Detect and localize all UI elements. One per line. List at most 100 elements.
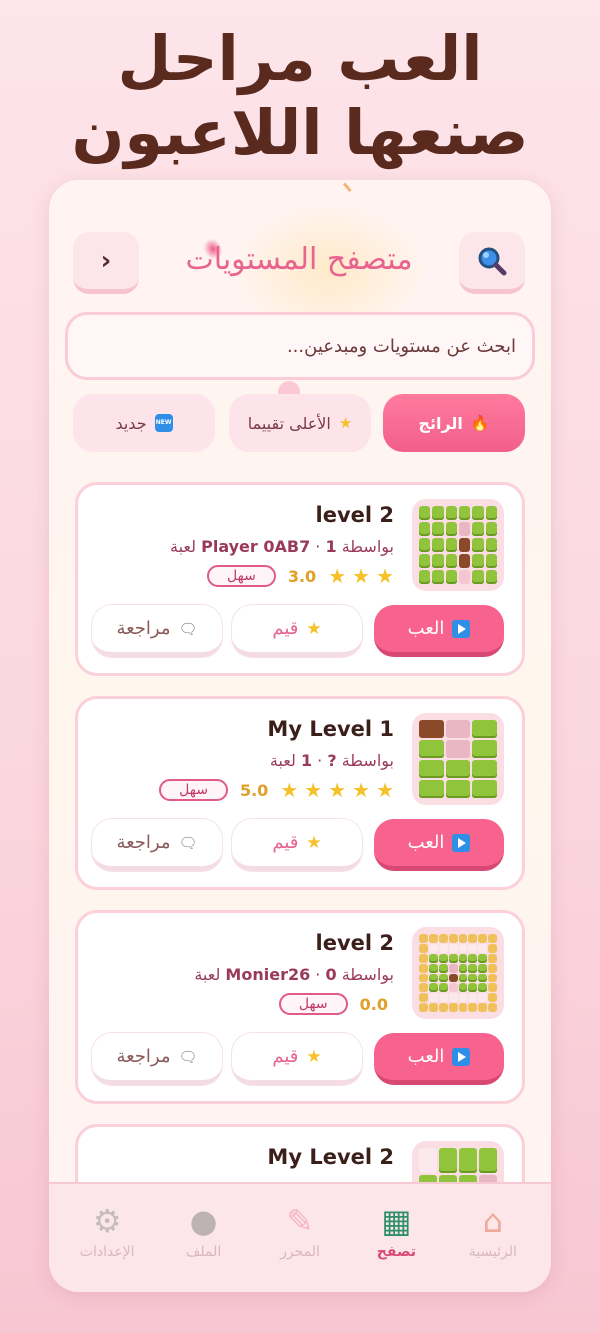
speech-bubble-icon: 🗨	[178, 619, 198, 638]
phone-screen: › متصفح المستويات 🔥 الرائج ★ الأعلى تقيي…	[49, 180, 551, 1292]
nav-label: المحرر	[280, 1244, 320, 1260]
speech-bubble-icon: 🗨	[178, 833, 198, 852]
speech-bubble-icon: 🗨	[178, 1047, 198, 1066]
nav-label: الرئيسية	[468, 1244, 517, 1260]
level-title: level 2	[315, 931, 395, 955]
rating-row: 0.0 سهل	[278, 991, 394, 1017]
filter-top-rated-chip[interactable]: ★ الأعلى تقييما	[229, 394, 371, 452]
play-label: العب	[407, 618, 445, 639]
review-label: مراجعة	[116, 1046, 171, 1067]
nav-label: تصفح	[376, 1244, 416, 1260]
pink-decoration	[278, 381, 300, 395]
play-button[interactable]: العب	[374, 605, 504, 657]
level-card[interactable]: level 2 بواسطة Monier26 · 0 لعبة 0.0 سهل…	[75, 910, 525, 1104]
rating-score: 3.0	[287, 566, 317, 586]
nav-item-editor[interactable]: ✎ المحرر	[252, 1202, 348, 1292]
star-icon: ★	[280, 778, 299, 802]
nav-item-home[interactable]: ⌂ الرئيسية	[445, 1202, 541, 1292]
star-icon: ★	[376, 564, 394, 588]
star-icon: ★	[306, 1046, 322, 1067]
review-label: مراجعة	[116, 618, 171, 639]
author-name: ?	[327, 751, 337, 770]
gear-icon: ⚙	[92, 1202, 122, 1240]
level-title: level 2	[315, 503, 395, 527]
pencil-icon: ✎	[286, 1202, 314, 1240]
play-count: 1	[325, 537, 337, 556]
nav-item-browse[interactable]: ▦ تصفح	[348, 1202, 444, 1292]
difficulty-badge: سهل	[159, 779, 228, 801]
by-prefix: بواسطة	[341, 965, 394, 984]
bottom-nav: ⌂ الرئيسية ▦ تصفح ✎ المحرر ● الملف ⚙ الإ…	[49, 1182, 551, 1292]
nav-item-profile[interactable]: ● الملف	[155, 1202, 251, 1292]
rate-button[interactable]: ★ قيم	[232, 1033, 362, 1085]
play-count: 0	[325, 965, 337, 984]
rate-button[interactable]: ★ قيم	[232, 819, 362, 871]
level-byline: بواسطة Monier26 · 0 لعبة	[194, 965, 394, 984]
rating-score: 5.0	[239, 780, 269, 800]
rate-label: قيم	[272, 832, 299, 853]
star-icon: ★	[328, 564, 347, 588]
review-button[interactable]: 🗨 مراجعة	[92, 1033, 222, 1085]
filter-new-chip[interactable]: NEW جديد	[73, 394, 215, 452]
back-button[interactable]: ›	[73, 232, 139, 294]
star-icon: ★	[304, 778, 323, 802]
rating-row: ★ ★ ★ ★ ★ 5.0 سهل	[159, 777, 394, 803]
nav-item-settings[interactable]: ⚙ الإعدادات	[59, 1202, 155, 1292]
by-prefix: بواسطة	[341, 537, 394, 556]
level-byline: بواسطة ? · 1 لعبة	[269, 751, 394, 770]
search-field[interactable]	[65, 312, 535, 380]
fire-icon: 🔥	[470, 414, 490, 432]
filter-label: الأعلى تقييما	[247, 413, 331, 433]
filter-label: جديد	[115, 413, 147, 433]
level-thumbnail	[412, 499, 504, 591]
headline-line-1: العب مراحل	[117, 22, 483, 95]
headline-line-2: صنعها اللاعبون	[71, 96, 529, 169]
rate-button[interactable]: ★ قيم	[232, 605, 362, 657]
new-badge-icon: NEW	[154, 414, 173, 432]
star-icon: ★	[338, 414, 353, 432]
plays-suffix: لعبة	[194, 965, 221, 984]
rating-row: ★ ★ ★ 3.0 سهل	[207, 563, 394, 589]
nav-label: الإعدادات	[79, 1244, 135, 1260]
star-icon: ★	[328, 778, 347, 802]
rate-label: قيم	[272, 618, 299, 639]
search-input[interactable]	[84, 335, 516, 357]
rating-score: 0.0	[359, 994, 388, 1014]
page-title: متصفح المستويات	[185, 242, 413, 277]
author-name: Monier26	[225, 965, 311, 984]
review-label: مراجعة	[116, 832, 171, 853]
play-button[interactable]: العب	[374, 819, 504, 871]
difficulty-badge: سهل	[278, 993, 348, 1015]
level-card[interactable]: My Level 1 بواسطة ? · 1 لعبة ★ ★ ★ ★ ★ 5…	[75, 696, 525, 890]
by-prefix: بواسطة	[341, 751, 394, 770]
wand-decoration	[342, 180, 358, 193]
plays-suffix: لعبة	[170, 537, 197, 556]
plays-suffix: لعبة	[269, 751, 296, 770]
rate-label: قيم	[272, 1046, 299, 1067]
play-icon	[452, 619, 471, 638]
review-button[interactable]: 🗨 مراجعة	[92, 819, 222, 871]
star-icon: ★	[352, 778, 371, 802]
nav-label: الملف	[185, 1244, 222, 1260]
search-icon	[478, 247, 507, 275]
level-thumbnail	[412, 927, 504, 1019]
promo-headline: العب مراحل صنعها اللاعبون	[0, 22, 600, 170]
review-button[interactable]: 🗨 مراجعة	[92, 605, 222, 657]
filter-trending-chip[interactable]: 🔥 الرائج	[383, 394, 525, 452]
play-label: العب	[407, 832, 445, 853]
filter-label: الرائج	[418, 413, 463, 433]
play-icon	[452, 833, 471, 852]
level-thumbnail	[412, 713, 504, 805]
level-title: My Level 2	[267, 1145, 394, 1169]
level-byline: بواسطة Player 0AB7 · 1 لعبة	[170, 537, 394, 556]
chevron-icon: ›	[100, 245, 112, 276]
difficulty-badge: سهل	[207, 565, 276, 587]
level-card[interactable]: level 2 بواسطة Player 0AB7 · 1 لعبة ★ ★ …	[75, 482, 525, 676]
search-button[interactable]	[459, 232, 525, 294]
level-title: My Level 1	[267, 717, 394, 741]
star-icon: ★	[306, 832, 322, 853]
map-icon: ▦	[381, 1202, 412, 1240]
play-button[interactable]: العب	[374, 1033, 504, 1085]
play-count: 1	[300, 751, 313, 770]
star-icon: ★	[352, 564, 371, 588]
